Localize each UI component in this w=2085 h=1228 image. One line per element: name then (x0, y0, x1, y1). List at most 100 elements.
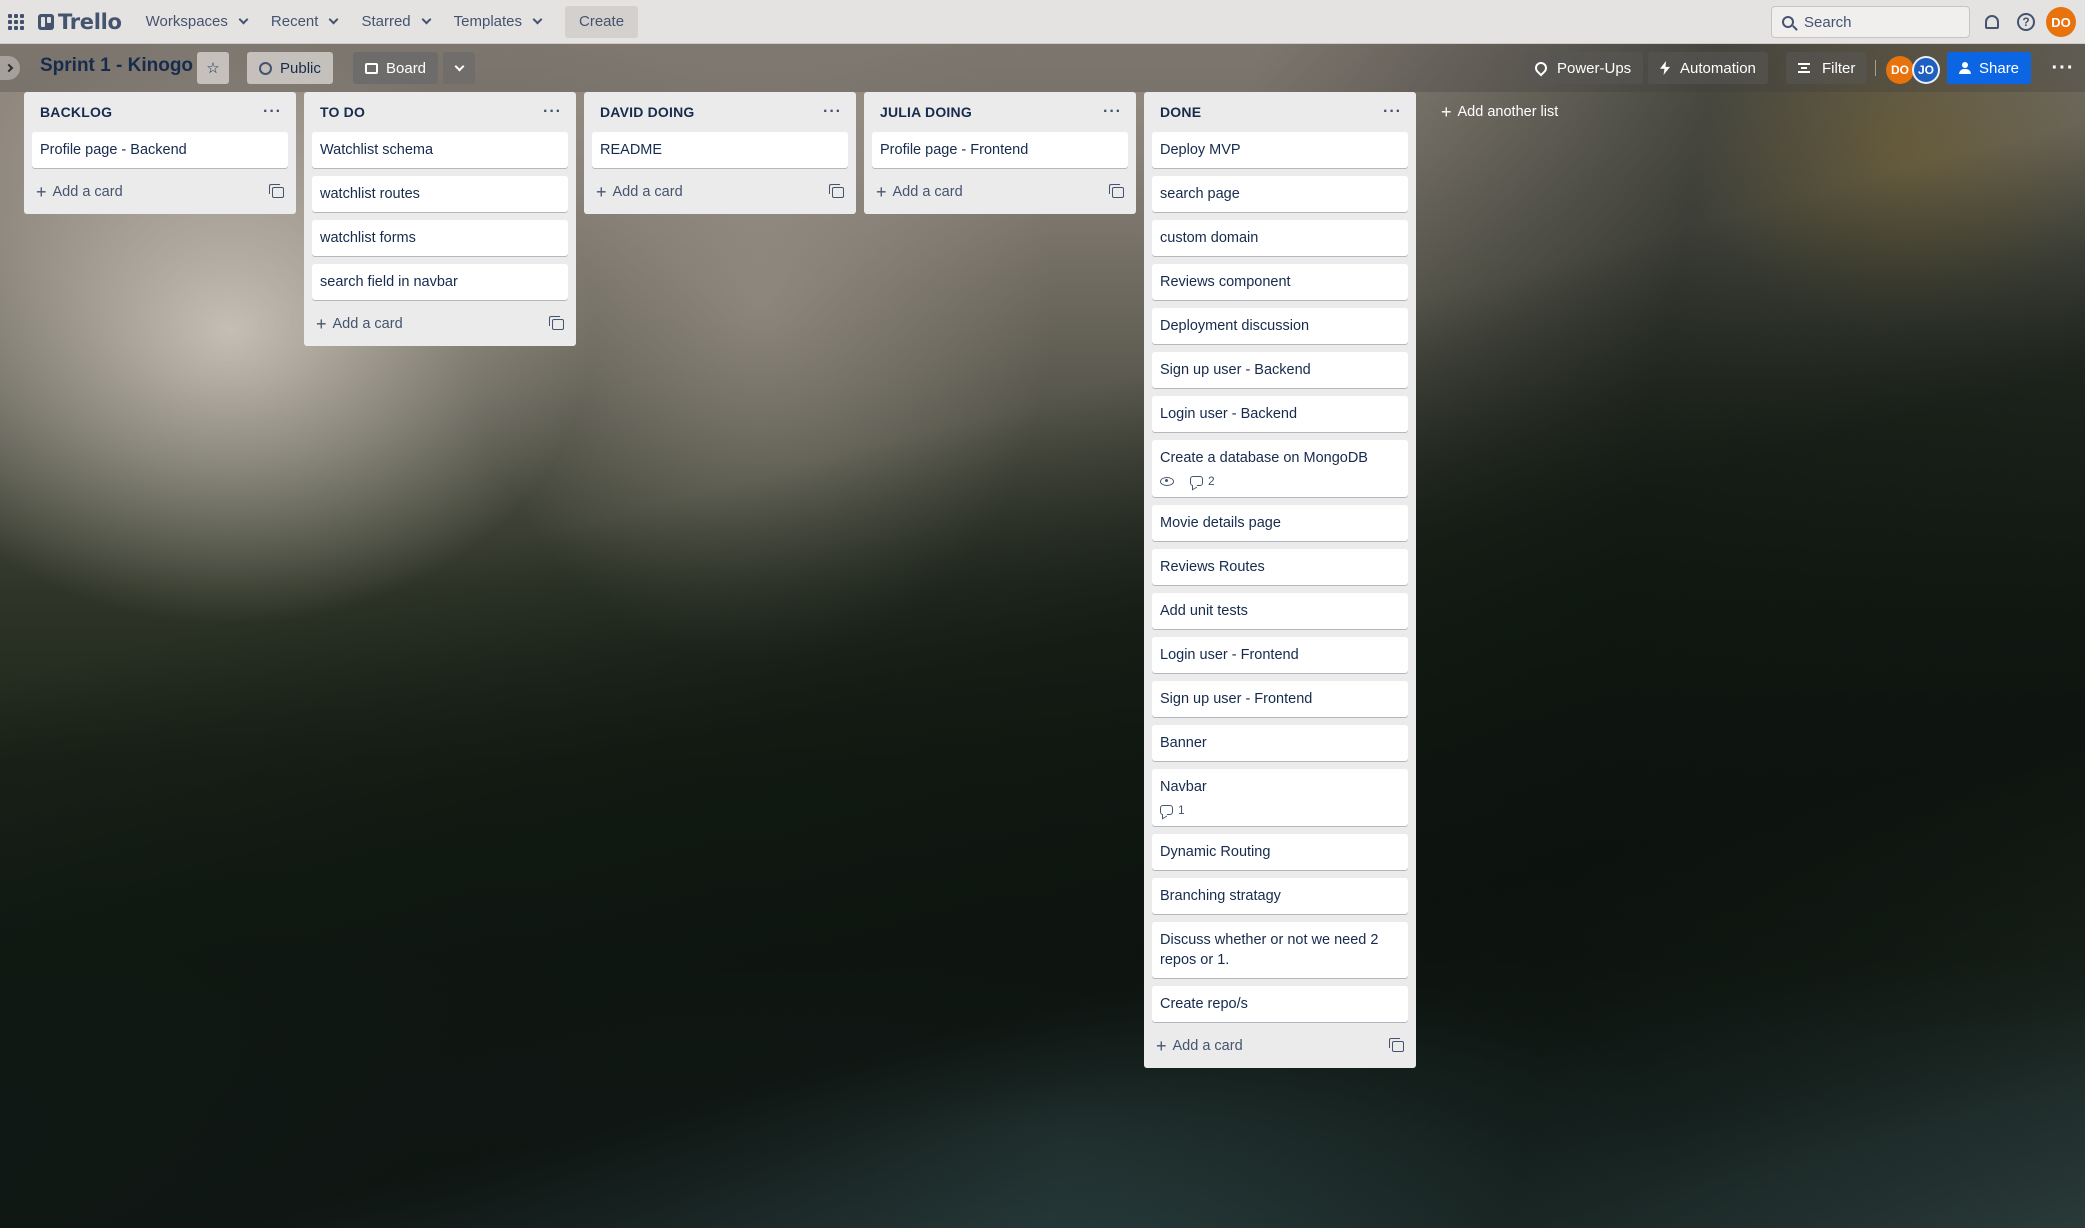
list-menu-icon[interactable]: ··· (543, 103, 562, 121)
board-view-button[interactable]: Board (353, 52, 439, 84)
power-ups-button[interactable]: Power-Ups (1523, 52, 1644, 84)
card[interactable]: Banner (1152, 725, 1408, 761)
chevron-down-icon (454, 61, 464, 71)
card[interactable]: Branching stratagy (1152, 878, 1408, 914)
filter-button[interactable]: Filter (1786, 52, 1868, 84)
card-title: Branching stratagy (1160, 888, 1281, 904)
list-title[interactable]: BACKLOG (40, 104, 112, 120)
add-card-button[interactable]: + Add a card (596, 183, 683, 201)
card[interactable]: watchlist forms (312, 220, 568, 256)
list-menu-icon[interactable]: ··· (1103, 103, 1122, 121)
card[interactable]: Create repo/s (1152, 986, 1408, 1022)
views-dropdown-button[interactable] (443, 52, 475, 84)
card[interactable]: search page (1152, 176, 1408, 212)
card[interactable]: Navbar 1 (1152, 769, 1408, 826)
card[interactable]: Sign up user - Frontend (1152, 681, 1408, 717)
globe-icon (259, 61, 272, 75)
add-card-button[interactable]: + Add a card (316, 315, 403, 333)
card-template-icon[interactable] (829, 183, 844, 198)
card-title: Navbar (1160, 779, 1207, 795)
expand-sidebar-button[interactable] (0, 56, 20, 80)
workspaces-menu[interactable]: Workspaces (134, 6, 259, 38)
create-button[interactable]: Create (565, 5, 639, 38)
plus-icon: + (316, 314, 327, 334)
search-input[interactable]: Search (1771, 6, 1970, 38)
card[interactable]: search field in navbar (312, 264, 568, 300)
card-title: custom domain (1160, 230, 1259, 246)
star-board-button[interactable]: ☆ (197, 52, 229, 84)
automation-label: Automation (1680, 59, 1756, 77)
comment-icon (1190, 476, 1203, 486)
board-menu-button[interactable]: ··· (2047, 52, 2079, 84)
add-card-label: Add a card (892, 184, 963, 200)
card-title: Reviews component (1160, 274, 1291, 290)
share-button[interactable]: Share (1947, 52, 2032, 84)
list-to-do: TO DO ··· Watchlist schema watchlist rou… (304, 92, 576, 346)
help-button[interactable]: ? (2015, 11, 2037, 33)
list-title[interactable]: JULIA DOING (880, 104, 972, 120)
notifications-button[interactable] (1981, 11, 2003, 33)
comment-count: 1 (1178, 803, 1185, 817)
card[interactable]: Add unit tests (1152, 593, 1408, 629)
add-list-button[interactable]: + Add another list (1429, 96, 1570, 128)
card[interactable]: Create a database on MongoDB 2 (1152, 440, 1408, 497)
list-title[interactable]: DAVID DOING (600, 104, 695, 120)
plus-icon: + (876, 182, 887, 202)
card[interactable]: Dynamic Routing (1152, 834, 1408, 870)
card[interactable]: Reviews component (1152, 264, 1408, 300)
card-title: Banner (1160, 735, 1207, 751)
list-footer: + Add a card (1152, 1030, 1408, 1062)
card[interactable]: watchlist routes (312, 176, 568, 212)
list-title[interactable]: TO DO (320, 104, 365, 120)
starred-menu[interactable]: Starred (349, 6, 441, 38)
card-template-icon[interactable] (269, 183, 284, 198)
list-title[interactable]: DONE (1160, 104, 1201, 120)
card[interactable]: custom domain (1152, 220, 1408, 256)
app-switcher-icon[interactable] (8, 13, 24, 30)
templates-menu[interactable]: Templates (442, 6, 553, 38)
add-card-label: Add a card (52, 184, 123, 200)
card-title: Discuss whether or not we need 2 repos o… (1160, 932, 1379, 968)
add-card-button[interactable]: + Add a card (1156, 1037, 1243, 1055)
card[interactable]: Sign up user - Backend (1152, 352, 1408, 388)
card[interactable]: Profile page - Backend (32, 132, 288, 168)
card[interactable]: Deploy MVP (1152, 132, 1408, 168)
card-template-icon[interactable] (1109, 183, 1124, 198)
list-done: DONE ··· Deploy MVP search page custom d… (1144, 92, 1416, 1068)
list-header: DONE ··· (1152, 92, 1408, 132)
card[interactable]: Watchlist schema (312, 132, 568, 168)
chevron-right-icon (4, 63, 14, 73)
board-view-label: Board (386, 59, 427, 77)
card[interactable]: Profile page - Frontend (872, 132, 1128, 168)
list-header: DAVID DOING ··· (592, 92, 848, 132)
trello-logo[interactable]: Trello (38, 10, 122, 34)
filter-label: Filter (1822, 59, 1856, 77)
card-template-icon[interactable] (549, 315, 564, 330)
add-card-button[interactable]: + Add a card (36, 183, 123, 201)
automation-button[interactable]: Automation (1648, 52, 1768, 84)
visibility-button[interactable]: Public (247, 52, 333, 84)
member-avatar-jo[interactable]: JO (1912, 56, 1940, 84)
add-card-button[interactable]: + Add a card (876, 183, 963, 201)
list-menu-icon[interactable]: ··· (263, 103, 282, 121)
list-menu-icon[interactable]: ··· (823, 103, 842, 121)
list-menu-icon[interactable]: ··· (1383, 103, 1402, 121)
card-title: Reviews Routes (1160, 559, 1265, 575)
user-avatar[interactable]: DO (2046, 7, 2076, 37)
card[interactable]: Reviews Routes (1152, 549, 1408, 585)
card[interactable]: Discuss whether or not we need 2 repos o… (1152, 922, 1408, 978)
comment-count: 2 (1208, 474, 1215, 488)
card-template-icon[interactable] (1389, 1037, 1404, 1052)
card-badges: 2 (1160, 473, 1400, 489)
board-title[interactable]: Sprint 1 - Kinogo (40, 55, 193, 77)
comments-badge: 1 (1160, 800, 1185, 820)
card-title: search field in navbar (320, 274, 458, 290)
card[interactable]: Movie details page (1152, 505, 1408, 541)
card[interactable]: Login user - Frontend (1152, 637, 1408, 673)
recent-menu[interactable]: Recent (259, 6, 350, 38)
card[interactable]: README (592, 132, 848, 168)
card-title: Movie details page (1160, 515, 1281, 531)
member-avatar-do[interactable]: DO (1886, 56, 1914, 84)
card[interactable]: Login user - Backend (1152, 396, 1408, 432)
card[interactable]: Deployment discussion (1152, 308, 1408, 344)
